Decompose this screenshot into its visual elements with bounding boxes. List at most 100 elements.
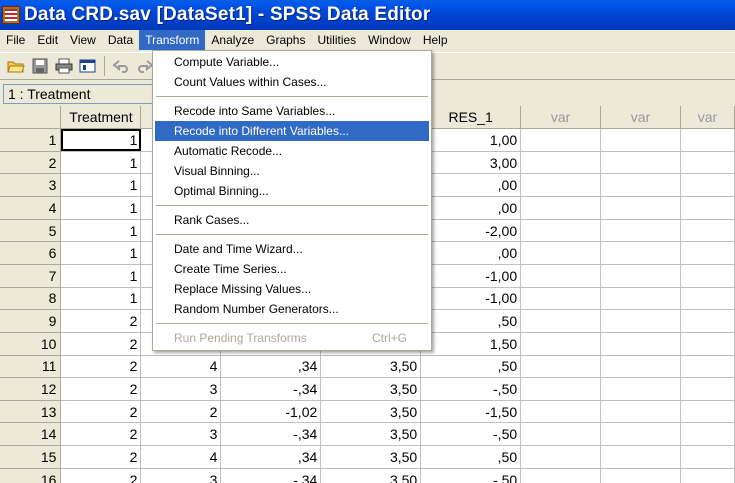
table-cell[interactable] xyxy=(520,468,602,483)
row-header[interactable]: 15 xyxy=(0,445,62,469)
column-header-res-1[interactable]: RES_1 xyxy=(420,106,522,130)
menu-item-count-values[interactable]: Count Values within Cases... xyxy=(155,72,429,92)
table-cell[interactable]: 1,00 xyxy=(420,128,522,152)
table-cell[interactable]: 2 xyxy=(60,377,142,401)
table-cell[interactable]: 1,50 xyxy=(420,332,522,356)
row-header[interactable]: 9 xyxy=(0,309,62,333)
table-cell[interactable] xyxy=(520,332,602,356)
table-cell[interactable] xyxy=(600,151,681,175)
table-cell[interactable] xyxy=(680,377,735,401)
table-cell[interactable]: 3,00 xyxy=(420,151,522,175)
table-cell[interactable]: 1 xyxy=(60,128,142,152)
table-cell[interactable]: 3,50 xyxy=(320,377,422,401)
menu-view[interactable]: View xyxy=(64,30,102,50)
row-header[interactable]: 16 xyxy=(0,468,62,483)
table-cell[interactable]: ,34 xyxy=(220,445,322,469)
menu-utilities[interactable]: Utilities xyxy=(311,30,362,50)
table-cell[interactable]: 2 xyxy=(60,355,142,379)
table-cell[interactable]: 1 xyxy=(60,287,142,311)
column-header-var[interactable]: var xyxy=(680,106,735,130)
table-cell[interactable]: 1 xyxy=(60,151,142,175)
table-cell[interactable]: -1,00 xyxy=(420,287,522,311)
table-cell[interactable] xyxy=(600,309,681,333)
menu-item-optimal-binning[interactable]: Optimal Binning... xyxy=(155,181,429,201)
table-cell[interactable]: 2 xyxy=(60,332,142,356)
table-cell[interactable] xyxy=(520,128,602,152)
row-header[interactable]: 4 xyxy=(0,196,62,220)
table-cell[interactable] xyxy=(680,422,735,447)
table-cell[interactable]: -,34 xyxy=(220,468,322,483)
table-cell[interactable] xyxy=(600,445,681,469)
table-cell[interactable]: 4 xyxy=(140,445,222,469)
table-cell[interactable] xyxy=(520,196,602,220)
table-cell[interactable] xyxy=(680,309,735,333)
table-cell[interactable]: ,00 xyxy=(420,196,522,220)
menu-item-compute-variable[interactable]: Compute Variable... xyxy=(155,52,429,72)
table-cell[interactable]: ,50 xyxy=(420,445,522,469)
row-header[interactable]: 2 xyxy=(0,151,62,175)
table-cell[interactable] xyxy=(520,219,602,243)
table-cell[interactable] xyxy=(680,355,735,379)
table-cell[interactable]: -1,50 xyxy=(420,400,522,424)
table-cell[interactable]: -,50 xyxy=(420,422,522,447)
table-cell[interactable]: -1,02 xyxy=(220,400,322,424)
table-cell[interactable] xyxy=(680,219,735,243)
table-cell[interactable]: ,34 xyxy=(220,355,322,379)
table-cell[interactable] xyxy=(520,151,602,175)
table-cell[interactable] xyxy=(680,468,735,483)
table-cell[interactable] xyxy=(600,332,681,356)
corner-cell[interactable] xyxy=(0,106,62,130)
save-icon[interactable] xyxy=(30,56,50,76)
menu-edit[interactable]: Edit xyxy=(31,30,64,50)
table-cell[interactable] xyxy=(680,241,735,265)
table-cell[interactable]: 2 xyxy=(60,400,142,424)
table-cell[interactable]: 2 xyxy=(60,445,142,469)
table-cell[interactable] xyxy=(520,400,602,424)
table-cell[interactable]: ,50 xyxy=(420,355,522,379)
menu-graphs[interactable]: Graphs xyxy=(260,30,311,50)
table-cell[interactable] xyxy=(520,287,602,311)
menu-item-automatic-recode[interactable]: Automatic Recode... xyxy=(155,141,429,161)
column-header-var[interactable]: var xyxy=(600,106,681,130)
table-cell[interactable]: 2 xyxy=(60,422,142,447)
table-cell[interactable] xyxy=(680,173,735,198)
table-cell[interactable]: 3,50 xyxy=(320,422,422,447)
open-folder-icon[interactable] xyxy=(6,56,26,76)
table-cell[interactable] xyxy=(600,264,681,288)
table-cell[interactable] xyxy=(680,400,735,424)
table-cell[interactable]: -,34 xyxy=(220,422,322,447)
menu-item-run-pending-transforms[interactable]: Run Pending Transforms Ctrl+G xyxy=(155,328,429,348)
menu-analyze[interactable]: Analyze xyxy=(205,30,260,50)
table-cell[interactable]: 1 xyxy=(60,173,142,198)
menu-item-create-time-series[interactable]: Create Time Series... xyxy=(155,259,429,279)
table-cell[interactable] xyxy=(600,287,681,311)
row-header[interactable]: 1 xyxy=(0,128,62,152)
row-header[interactable]: 7 xyxy=(0,264,62,288)
table-cell[interactable] xyxy=(600,468,681,483)
table-cell[interactable] xyxy=(600,422,681,447)
table-cell[interactable]: 3,50 xyxy=(320,445,422,469)
table-cell[interactable]: 1 xyxy=(60,241,142,265)
menu-transform[interactable]: Transform xyxy=(139,30,206,50)
table-cell[interactable] xyxy=(680,287,735,311)
table-cell[interactable]: 3,50 xyxy=(320,355,422,379)
table-cell[interactable]: ,00 xyxy=(420,241,522,265)
menu-item-date-time-wizard[interactable]: Date and Time Wizard... xyxy=(155,239,429,259)
table-cell[interactable] xyxy=(520,377,602,401)
row-header[interactable]: 3 xyxy=(0,173,62,198)
menu-item-recode-same[interactable]: Recode into Same Variables... xyxy=(155,101,429,121)
table-cell[interactable] xyxy=(600,400,681,424)
table-cell[interactable]: 3,50 xyxy=(320,400,422,424)
table-cell[interactable] xyxy=(520,422,602,447)
menu-item-random-number-generators[interactable]: Random Number Generators... xyxy=(155,299,429,319)
row-header[interactable]: 11 xyxy=(0,355,62,379)
table-cell[interactable] xyxy=(520,355,602,379)
table-cell[interactable] xyxy=(680,151,735,175)
row-header[interactable]: 6 xyxy=(0,241,62,265)
menu-data[interactable]: Data xyxy=(102,30,139,50)
table-cell[interactable] xyxy=(680,445,735,469)
table-cell[interactable] xyxy=(600,355,681,379)
table-cell[interactable]: 3 xyxy=(140,377,222,401)
table-cell[interactable] xyxy=(680,264,735,288)
table-cell[interactable] xyxy=(600,196,681,220)
